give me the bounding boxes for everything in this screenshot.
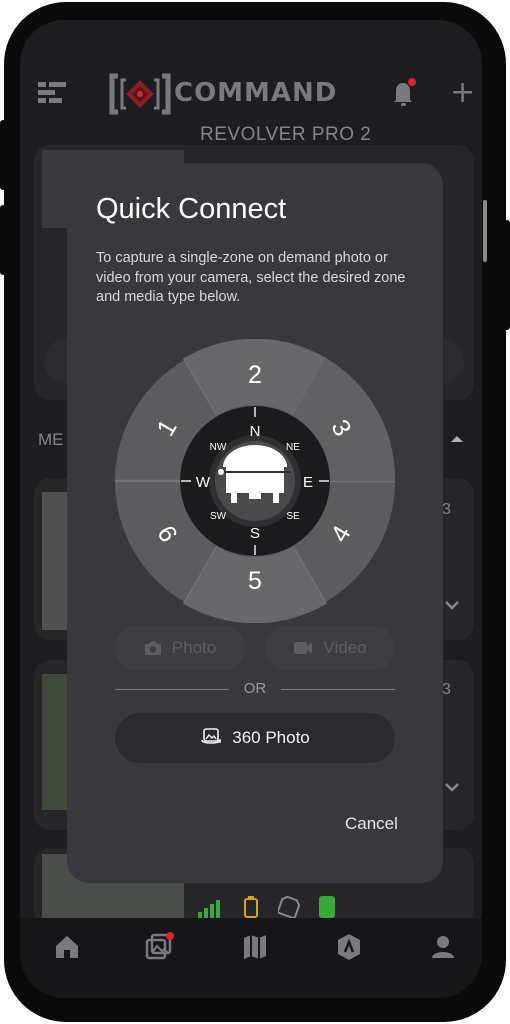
chevron-down-icon[interactable] bbox=[444, 600, 460, 610]
sd-card-icon bbox=[278, 896, 300, 918]
tab-stats-icon[interactable] bbox=[334, 932, 364, 962]
video-label: Video bbox=[323, 638, 367, 657]
section-label: ME bbox=[38, 430, 64, 449]
compass-s: S bbox=[250, 525, 260, 542]
tab-home-icon[interactable] bbox=[52, 932, 82, 962]
video-button[interactable]: Video bbox=[265, 625, 395, 671]
tab-gallery-icon[interactable] bbox=[144, 932, 174, 962]
dialog-description: To capture a single-zone on demand photo… bbox=[96, 250, 406, 305]
quick-connect-dialog: Quick Connect To capture a single-zone o… bbox=[67, 163, 443, 883]
photo-label: Photo bbox=[171, 638, 217, 657]
tab-bar bbox=[20, 918, 482, 998]
compass-nw: NW bbox=[210, 442, 227, 453]
compass-se: SE bbox=[286, 511, 300, 522]
camera-name: REVOLVER PRO 2 bbox=[200, 124, 372, 145]
count-badge: 3 bbox=[442, 681, 451, 698]
side-button bbox=[0, 120, 6, 190]
compass-sw: SW bbox=[210, 511, 227, 522]
solar-battery-icon bbox=[319, 896, 335, 918]
compass-ne: NE bbox=[286, 442, 300, 453]
add-icon[interactable]: + bbox=[450, 78, 475, 108]
tab-map-icon[interactable] bbox=[240, 932, 270, 962]
side-button bbox=[0, 205, 6, 275]
menu-icon[interactable] bbox=[38, 82, 66, 104]
compass-n: N bbox=[250, 423, 261, 440]
zone-selector-wheel: 2 5 1 3 6 4 N S W E NW NE SW SE bbox=[115, 339, 396, 623]
photo-360-label: 360 Photo bbox=[232, 728, 310, 747]
battery-icon bbox=[244, 896, 258, 918]
zone-label[interactable]: 5 bbox=[248, 567, 262, 595]
camera-icon bbox=[144, 641, 161, 655]
chevron-down-icon[interactable] bbox=[444, 782, 460, 792]
dialog-title: Quick Connect bbox=[96, 193, 287, 225]
or-label: OR bbox=[243, 680, 267, 697]
chevron-up-icon[interactable] bbox=[450, 434, 464, 444]
photo-360-button[interactable]: 360 Photo bbox=[115, 713, 395, 763]
app-header: COMMAND + bbox=[20, 20, 482, 132]
tab-profile-icon[interactable] bbox=[428, 932, 458, 962]
or-divider: OR bbox=[115, 679, 395, 699]
side-button bbox=[504, 220, 510, 330]
photo-button[interactable]: Photo bbox=[115, 625, 245, 671]
signal-strength-icon bbox=[198, 900, 220, 918]
command-logo: COMMAND bbox=[108, 70, 358, 118]
video-camera-icon bbox=[294, 642, 313, 654]
count-badge: 3 bbox=[442, 501, 451, 518]
cancel-button[interactable]: Cancel bbox=[345, 814, 398, 834]
compass-e: E bbox=[303, 474, 313, 491]
logo-mark-icon bbox=[109, 73, 171, 115]
panorama-360-icon bbox=[201, 728, 222, 744]
scroll-indicator[interactable] bbox=[483, 200, 487, 262]
zone-label[interactable]: 2 bbox=[248, 361, 262, 389]
compass-w: W bbox=[196, 474, 211, 491]
notifications-bell-icon[interactable] bbox=[390, 78, 418, 108]
logo-text: COMMAND bbox=[174, 78, 338, 108]
